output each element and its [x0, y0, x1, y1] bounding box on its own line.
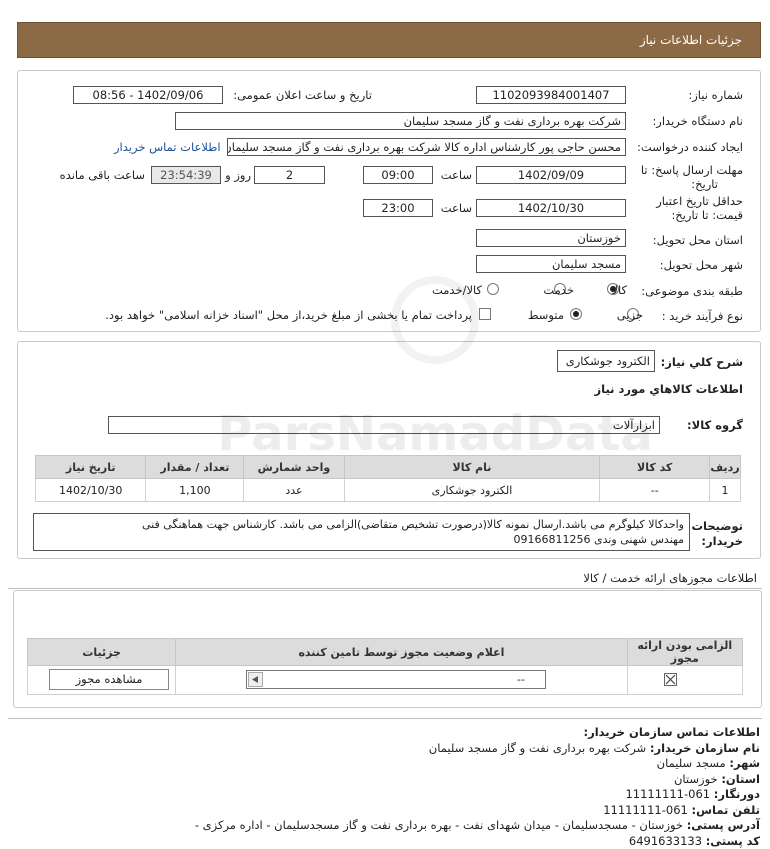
col-code: کد کالا	[599, 455, 711, 479]
cell-code: --	[599, 478, 711, 502]
col-details: جزئیات	[26, 638, 177, 666]
contact-divider	[8, 718, 762, 719]
contact-address-label: آدرس پستی:	[686, 818, 760, 832]
goods-info-title: اطلاعات کالاهاي مورد نياز	[594, 382, 743, 396]
process-option-medium: متوسط	[527, 308, 564, 322]
need-number-field: 1102093984001407	[476, 86, 626, 104]
announce-field: 1402/09/06 - 08:56	[73, 86, 223, 104]
contact-province-label: استان:	[721, 771, 760, 786]
validity-time-field: 23:00	[363, 199, 433, 217]
permits-title: اطلاعات مجوزهای ارائه خدمت / کالا	[583, 571, 757, 585]
province-label: استان محل تحویل:	[652, 233, 743, 247]
close-icon	[665, 674, 676, 685]
cell-date: 1402/10/30	[34, 478, 147, 502]
category-label: طبقه بندی موضوعی:	[641, 284, 743, 298]
category-option-service: خدمت	[543, 283, 574, 297]
process-label: نوع فرآیند خرید :	[661, 309, 743, 323]
days-field: 2	[254, 166, 325, 184]
col-qty: تعداد / مقدار	[145, 455, 245, 479]
province-field: خوزستان	[476, 229, 626, 247]
chevron-down-icon[interactable]	[248, 672, 263, 687]
contact-city: مسجد سلیمان	[656, 756, 726, 770]
buyer-notes-label-2: خریدار:	[701, 534, 743, 548]
process-option-minor: جزیی	[616, 308, 643, 322]
buyer-org-label: نام دستگاه خریدار:	[652, 114, 743, 128]
need-number-label: شماره نیاز:	[688, 88, 743, 102]
col-name: نام کالا	[343, 455, 601, 479]
contact-fax: 061-11111111	[625, 787, 711, 801]
need-summary-label: شرح کلي نياز:	[660, 355, 743, 369]
announce-label: تاریخ و ساعت اعلان عمومی:	[233, 88, 372, 102]
contact-address: خوزستان - مسجدسلیمان - میدان شهدای نفت -…	[194, 818, 684, 832]
permits-divider	[8, 588, 762, 589]
city-field: مسجد سلیمان	[476, 255, 626, 273]
deadline-time-field: 09:00	[363, 166, 433, 184]
page-header: جزئیات اطلاعات نیاز	[17, 22, 761, 58]
col-date: تاریخ نیاز	[34, 455, 147, 479]
contact-city-label: شهر:	[729, 756, 760, 770]
validity-label: حداقل تاریخ اعتبار	[656, 194, 743, 208]
category-option-goods-service: کالا/خدمت	[431, 283, 482, 297]
days-label: روز و	[225, 168, 251, 182]
goods-group-label: گروه کالا:	[687, 418, 743, 432]
required-checkbox	[664, 673, 677, 686]
payment-checkbox[interactable]	[479, 308, 491, 320]
city-label: شهر محل تحویل:	[659, 258, 743, 272]
permit-status-value: --	[517, 673, 525, 686]
contact-phone: 061-11111111	[603, 802, 688, 817]
remaining-time-field: 23:54:39	[151, 166, 221, 184]
payment-note: پرداخت تمام یا بخشی از مبلغ خرید،از محل …	[105, 308, 472, 322]
col-status: اعلام وضعیت مجوز توسط تامین کننده	[175, 638, 628, 666]
buyer-notes-line-2: مهندس شهنی وندی 09166811256	[513, 533, 685, 546]
table-row: 1 -- الکترود جوشکاری عدد 1,100 1402/10/3…	[34, 478, 741, 502]
process-radio-medium[interactable]	[570, 308, 582, 320]
permits-table-header: الزامی بودن ارائه مجوز اعلام وضعیت مجوز …	[26, 638, 744, 666]
goods-group-field: ابزارآلات	[108, 416, 660, 434]
contact-org-label: نام سازمان خریدار:	[649, 740, 760, 755]
cell-name: الکترود جوشکاری	[343, 478, 601, 502]
validity-time-label: ساعت	[440, 201, 472, 215]
contact-fax-label: دورنگار:	[713, 787, 760, 801]
permit-status-select[interactable]: --	[246, 670, 546, 689]
contact-postal-label: کد پستی:	[705, 833, 760, 848]
deadline-label: مهلت ارسال پاسخ: تا	[640, 163, 743, 177]
validity-label-2: قیمت: تا تاریخ:	[671, 208, 743, 222]
deadline-time-label: ساعت	[440, 168, 472, 182]
category-option-goods: کالا	[611, 283, 627, 297]
view-permit-button[interactable]: مشاهده مجوز	[49, 669, 169, 690]
contact-province: خوزستان	[673, 771, 718, 786]
contact-title: اطلاعات تماس سازمان خریدار:	[583, 725, 760, 739]
goods-table-header: ردیف کد کالا نام کالا واحد شمارش تعداد /…	[34, 455, 741, 479]
contact-section: اطلاعات تماس سازمان خریدار: نام سازمان خ…	[8, 725, 760, 849]
cell-unit: عدد	[243, 478, 345, 502]
goods-table: ردیف کد کالا نام کالا واحد شمارش تعداد /…	[34, 455, 741, 502]
buyer-notes-box: واحدکالا کیلوگرم می باشد.ارسال نمونه کال…	[33, 513, 690, 551]
contact-org: شرکت بهره برداری نفت و گاز مسجد سلیمان	[428, 740, 647, 755]
cell-row: 1	[709, 478, 741, 502]
validity-date-field: 1402/10/30	[476, 199, 626, 217]
page-title: جزئیات اطلاعات نیاز	[639, 33, 742, 47]
creator-label: ایجاد کننده درخواست:	[637, 140, 743, 154]
buyer-org-field: شرکت بهره برداری نفت و گاز مسجد سلیمان	[175, 112, 626, 130]
need-summary-field: الکترود جوشکاری	[557, 350, 655, 372]
col-required: الزامی بودن ارائه مجوز	[626, 638, 744, 666]
contact-phone-label: تلفن تماس:	[691, 802, 760, 817]
creator-field: محسن حاجی پور کارشناس اداره کالا شرکت به…	[227, 138, 626, 156]
remaining-label: ساعت باقی مانده	[59, 168, 145, 182]
buyer-contact-link[interactable]: اطلاعات تماس خریدار	[114, 140, 221, 154]
buyer-notes-line-1: واحدکالا کیلوگرم می باشد.ارسال نمونه کال…	[141, 518, 684, 531]
cell-qty: 1,100	[145, 478, 245, 502]
col-row: ردیف	[709, 455, 741, 479]
cell-required	[626, 665, 744, 695]
buyer-notes-label: توضیحات	[691, 519, 744, 533]
contact-postal: 6491633133	[628, 833, 703, 848]
deadline-date-field: 1402/09/09	[476, 166, 626, 184]
deadline-label-2: تاریخ:	[691, 177, 718, 191]
category-radio-goods-service[interactable]	[487, 283, 499, 295]
col-unit: واحد شمارش	[243, 455, 345, 479]
